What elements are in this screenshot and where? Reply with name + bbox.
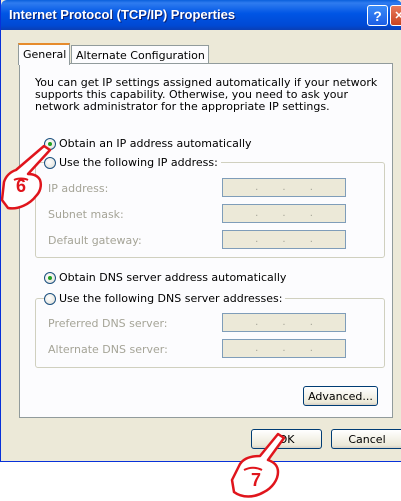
title-bar[interactable]: Internet Protocol (TCP/IP) Properties ? …	[1, 0, 401, 30]
obtain-ip-auto-label: Obtain an IP address automatically	[59, 137, 252, 150]
use-following-dns-option[interactable]: Use the following DNS server addresses:	[44, 292, 286, 305]
ip-address-input[interactable]: ...	[222, 178, 346, 197]
obtain-dns-auto-label: Obtain DNS server address automatically	[59, 271, 287, 284]
advanced-button[interactable]: Advanced...	[303, 386, 378, 406]
obtain-dns-auto-radio[interactable]	[44, 271, 56, 284]
use-following-ip-option[interactable]: Use the following IP address:	[44, 156, 221, 169]
default-gateway-input[interactable]: ...	[222, 230, 346, 249]
preferred-dns-label: Preferred DNS server:	[48, 317, 168, 330]
cancel-button[interactable]: Cancel	[331, 429, 401, 449]
window-title: Internet Protocol (TCP/IP) Properties	[9, 7, 236, 22]
dialog-window: Internet Protocol (TCP/IP) Properties ? …	[0, 0, 401, 462]
subnet-mask-input[interactable]: ...	[222, 204, 346, 223]
obtain-dns-auto-option[interactable]: Obtain DNS server address automatically	[44, 271, 290, 284]
tab-alternate-configuration[interactable]: Alternate Configuration	[71, 45, 209, 63]
close-button[interactable]: ✕	[390, 5, 401, 26]
alternate-dns-input[interactable]: ...	[222, 339, 346, 358]
tab-general[interactable]: General	[18, 43, 70, 65]
close-icon: ✕	[394, 10, 401, 22]
preferred-dns-input[interactable]: ...	[222, 313, 346, 332]
use-following-dns-radio[interactable]	[44, 292, 56, 305]
default-gateway-label: Default gateway:	[48, 234, 142, 247]
step-six-label: 6	[16, 176, 27, 196]
help-button[interactable]: ?	[367, 5, 388, 26]
obtain-ip-auto-option[interactable]: Obtain an IP address automatically	[44, 137, 255, 150]
intro-text: You can get IP settings assigned automat…	[35, 76, 378, 113]
step-seven-label: 7	[251, 470, 262, 490]
use-following-ip-label: Use the following IP address:	[59, 156, 218, 169]
help-icon: ?	[373, 7, 382, 24]
step-six-hand-icon	[0, 144, 52, 210]
alternate-dns-label: Alternate DNS server:	[48, 343, 168, 356]
use-following-dns-label: Use the following DNS server addresses:	[59, 292, 283, 305]
